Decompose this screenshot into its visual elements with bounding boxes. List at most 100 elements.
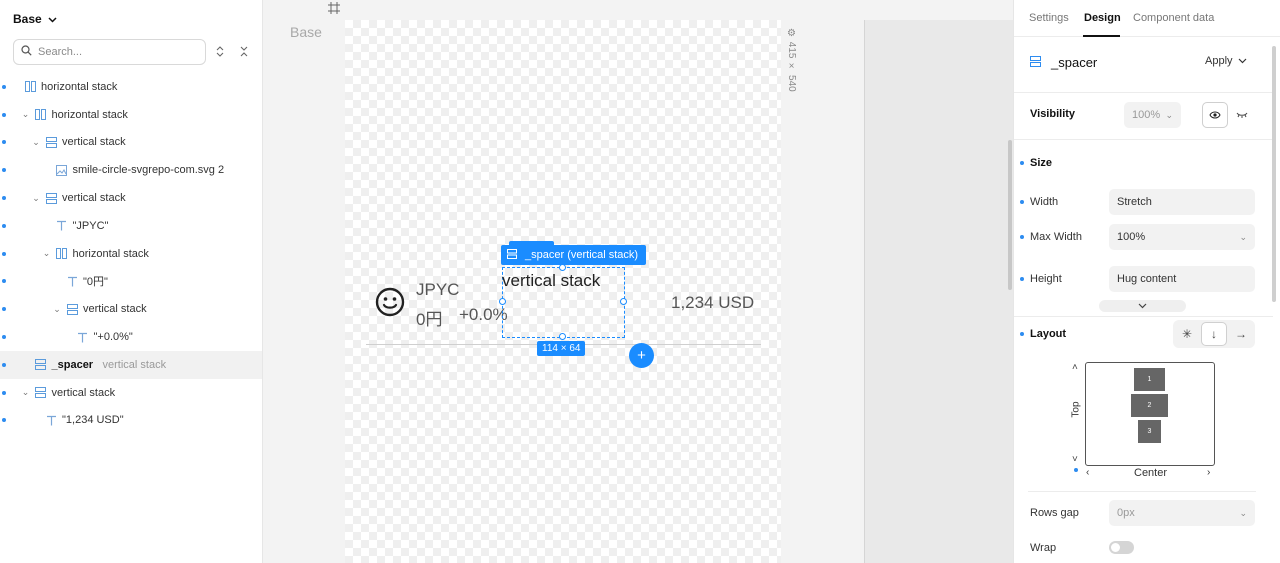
- hide-eye-button[interactable]: [1229, 102, 1255, 128]
- vertical-stack-icon: [35, 359, 47, 371]
- smile-icon[interactable]: [375, 287, 405, 317]
- horizontal-stack-icon: [35, 109, 47, 121]
- layer-row[interactable]: ⌄ vertical stack: [0, 129, 262, 157]
- max-width-label: Max Width: [1030, 231, 1082, 243]
- layer-label: vertical stack: [62, 136, 126, 149]
- tab-design[interactable]: Design: [1084, 12, 1121, 24]
- resize-handle-left[interactable]: [499, 298, 506, 305]
- width-label: Width: [1030, 196, 1059, 208]
- component-name: _spacer: [1051, 55, 1098, 70]
- add-element-button[interactable]: +: [629, 343, 654, 368]
- rows-gap-value: 0px: [1117, 507, 1135, 519]
- layer-status-dot: [2, 335, 6, 340]
- chevron-up-icon[interactable]: ˄: [1072, 362, 1078, 373]
- layer-row[interactable]: horizontal stack: [0, 73, 262, 101]
- layer-row[interactable]: _spacer vertical stack: [0, 350, 262, 379]
- align-vertical-label[interactable]: Top: [1071, 401, 1082, 417]
- layer-status-dot: [2, 140, 6, 145]
- apply-dropdown[interactable]: Apply: [1205, 55, 1247, 67]
- resize-handle-bottom[interactable]: [559, 333, 566, 340]
- align-horizontal-label[interactable]: Center: [1134, 467, 1167, 479]
- tab-settings[interactable]: Settings: [1029, 12, 1069, 24]
- resize-handle-top[interactable]: [559, 264, 566, 271]
- page-selector[interactable]: Base: [13, 12, 57, 26]
- prop-dot: [1020, 200, 1024, 204]
- chevron-down-icon[interactable]: ⌄: [52, 304, 62, 315]
- layout-horizontal-button[interactable]: →: [1228, 322, 1254, 346]
- sort-icon[interactable]: [213, 44, 227, 58]
- adjacent-frame: [864, 20, 1013, 563]
- layer-row[interactable]: ⌄ vertical stack: [0, 295, 262, 323]
- layer-row[interactable]: "1,234 USD": [0, 407, 262, 435]
- layer-row[interactable]: ⌄ vertical stack: [0, 184, 262, 212]
- canvas-scrollbar[interactable]: [1008, 140, 1012, 290]
- wrap-label: Wrap: [1030, 542, 1057, 554]
- preview-block-3: 3: [1138, 420, 1161, 443]
- text-icon: [56, 220, 68, 232]
- chevron-right-icon[interactable]: ›: [1207, 467, 1210, 478]
- chevron-down-icon[interactable]: ⌄: [42, 248, 52, 259]
- layer-status-dot: [2, 112, 6, 117]
- layer-row[interactable]: ⌄ horizontal stack: [0, 240, 262, 268]
- component-header: _spacer: [1030, 55, 1097, 70]
- chevron-down-icon[interactable]: ⌄: [31, 137, 41, 148]
- layer-row[interactable]: "+0.0%": [0, 323, 262, 351]
- asterisk-icon: ✳: [1181, 327, 1193, 341]
- text-icon: [77, 331, 89, 343]
- apply-label: Apply: [1205, 55, 1233, 67]
- divider: [1014, 316, 1273, 317]
- layer-status-dot: [2, 168, 6, 173]
- layer-status-dot: [2, 307, 6, 312]
- section-dot: [1020, 161, 1024, 165]
- vertical-stack-icon: [45, 136, 57, 148]
- text-icon: [45, 414, 57, 426]
- layout-free-button[interactable]: ✳: [1174, 322, 1200, 346]
- collapse-all-icon[interactable]: [237, 44, 251, 58]
- selection-label[interactable]: _spacer (vertical stack): [501, 245, 647, 265]
- search-input[interactable]: [38, 46, 188, 58]
- chevron-down-icon: ⌄: [1165, 109, 1173, 120]
- expand-size-button[interactable]: [1099, 300, 1186, 312]
- layer-row[interactable]: "0円": [0, 268, 262, 296]
- rows-gap-select[interactable]: 0px ⌄: [1109, 500, 1255, 526]
- chevron-down-icon: [48, 12, 57, 26]
- chevron-left-icon[interactable]: ‹: [1086, 467, 1089, 478]
- layer-row[interactable]: smile-circle-svgrepo-com.svg 2: [0, 156, 262, 184]
- layer-row[interactable]: ⌄ horizontal stack: [0, 101, 262, 129]
- preview-block-2: 2: [1131, 394, 1168, 417]
- chevron-down-icon[interactable]: ⌄: [21, 109, 31, 120]
- layer-status-dot: [2, 362, 6, 367]
- token-name-text[interactable]: JPYC: [416, 280, 459, 300]
- canvas[interactable]: Base ⚙ 415 × 540 JPYC 0円 +0.0% 1,234 USD…: [263, 0, 1013, 563]
- selection-label-text: _spacer (vertical stack): [525, 249, 639, 261]
- chevron-down-icon[interactable]: ˅: [1072, 454, 1078, 465]
- chevron-down-icon[interactable]: ⌄: [21, 387, 31, 398]
- width-field[interactable]: Stretch: [1109, 189, 1255, 215]
- layer-label: "0円": [83, 276, 108, 289]
- visibility-select[interactable]: 100% ⌄: [1124, 102, 1181, 128]
- max-width-select[interactable]: 100% ⌄: [1109, 224, 1255, 250]
- divider: [1014, 92, 1273, 93]
- yen-value-text[interactable]: 0円: [416, 305, 442, 330]
- resize-handle-right[interactable]: [620, 298, 627, 305]
- frame-icon[interactable]: [328, 2, 340, 17]
- show-eye-button[interactable]: [1202, 102, 1228, 128]
- usd-value-text[interactable]: 1,234 USD: [671, 293, 754, 313]
- search-field[interactable]: [13, 39, 206, 65]
- vertical-stack-icon: [66, 303, 78, 315]
- tab-component-data[interactable]: Component data: [1133, 12, 1214, 24]
- dimensions-badge: 114 × 64: [537, 341, 586, 356]
- layer-row[interactable]: "JPYC": [0, 212, 262, 240]
- properties-scrollbar[interactable]: [1272, 46, 1276, 302]
- alignment-preview[interactable]: 1 2 3: [1085, 362, 1215, 466]
- layer-status-dot: [2, 196, 6, 201]
- frame-size-value: 415 × 540: [786, 41, 797, 92]
- wrap-toggle[interactable]: [1109, 541, 1134, 554]
- height-field[interactable]: Hug content: [1109, 266, 1255, 292]
- layer-label: horizontal stack: [51, 108, 128, 121]
- percent-change-text[interactable]: +0.0%: [459, 305, 508, 325]
- layer-row[interactable]: ⌄ vertical stack: [0, 379, 262, 407]
- chevron-down-icon[interactable]: ⌄: [31, 193, 41, 204]
- text-icon: [66, 275, 78, 287]
- layout-vertical-button[interactable]: ↓: [1201, 322, 1227, 346]
